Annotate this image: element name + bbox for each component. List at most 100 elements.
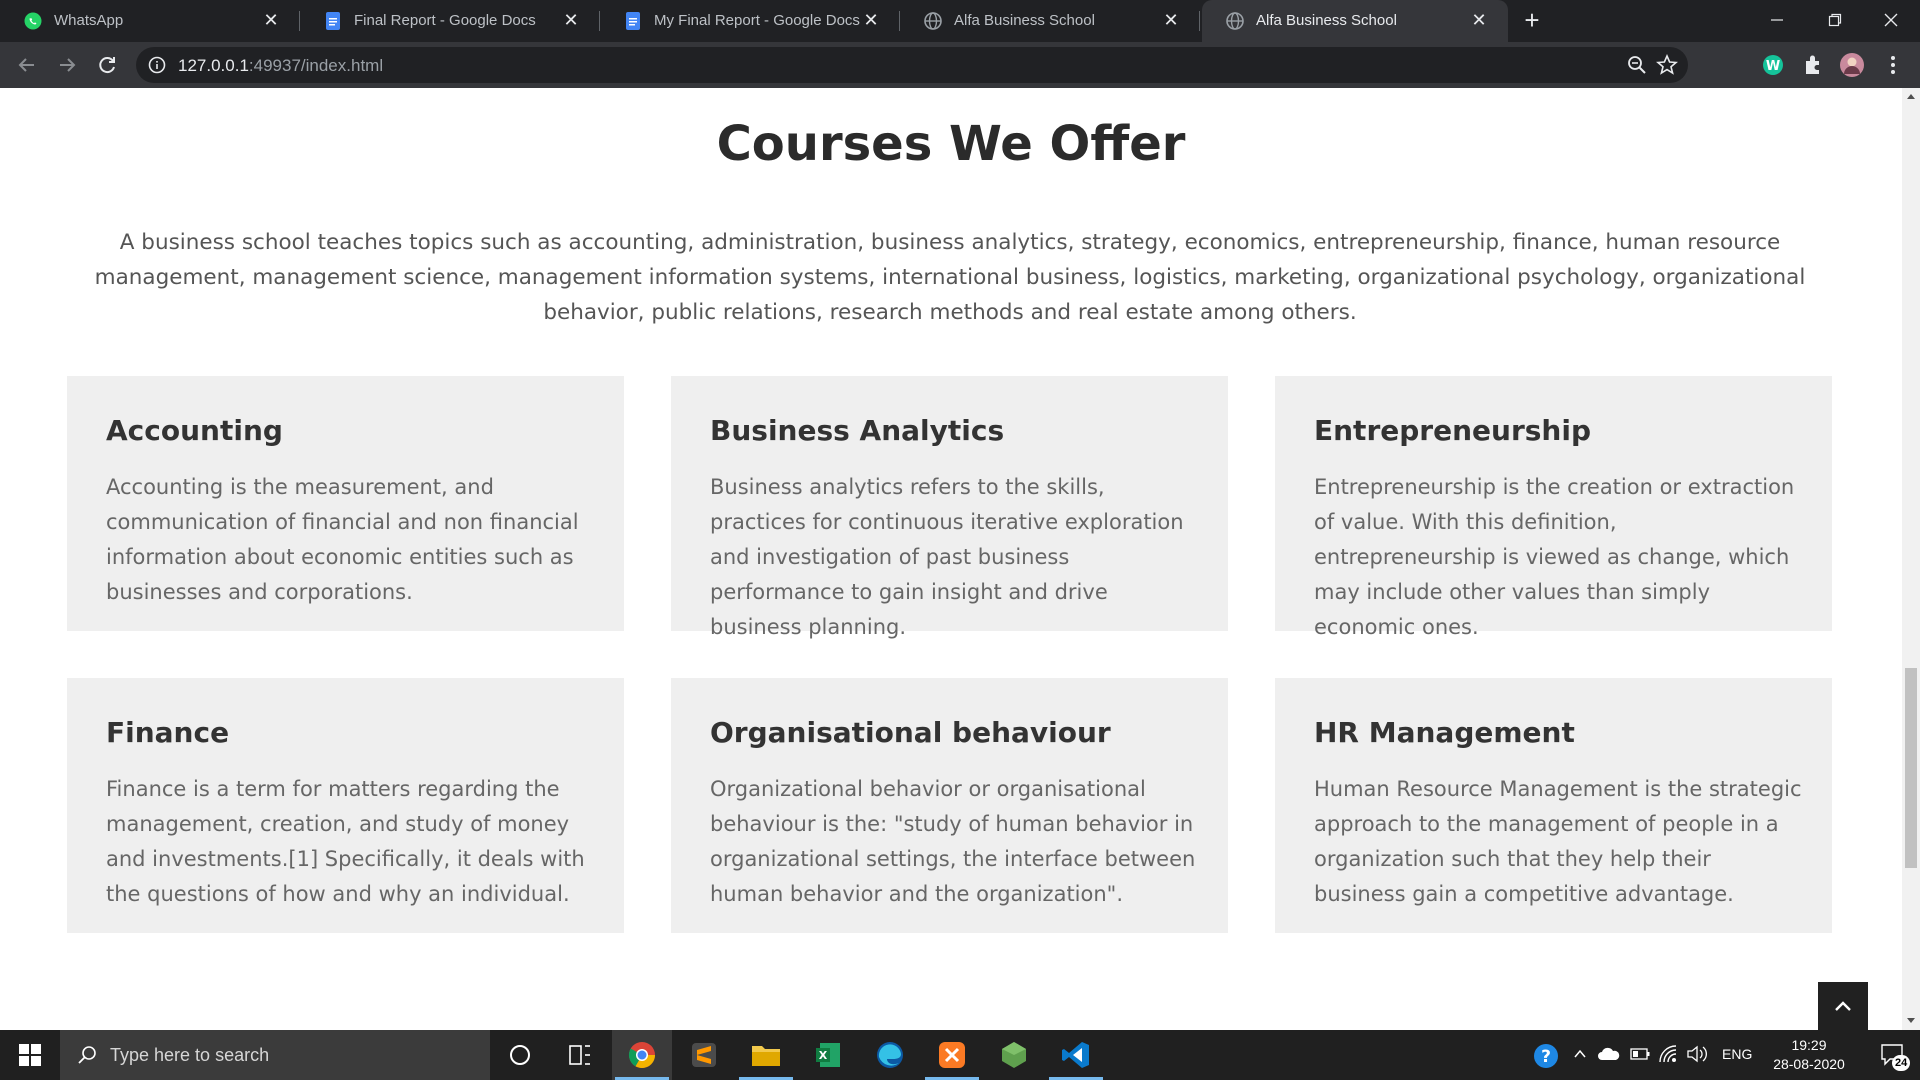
google-docs-icon: [626, 12, 640, 30]
scroll-down-arrow-icon[interactable]: [1907, 1018, 1915, 1023]
minimize-icon: [1771, 19, 1783, 21]
course-title: Accounting: [106, 414, 283, 447]
help-icon[interactable]: ?: [1532, 1042, 1560, 1070]
notification-center-button[interactable]: 24: [1868, 1030, 1920, 1080]
reload-icon[interactable]: [92, 50, 122, 80]
profile-avatar-icon[interactable]: [1839, 52, 1865, 78]
url-host: 127.0.0.1: [178, 56, 249, 75]
clock-time: 19:29: [1791, 1037, 1827, 1053]
url-path: :49937/index.html: [248, 56, 384, 75]
taskbar-file-explorer[interactable]: [736, 1030, 796, 1080]
svg-text:X: X: [819, 1049, 828, 1062]
chevron-up-icon: [1835, 1001, 1851, 1011]
chrome-icon: [628, 1042, 656, 1069]
course-card-accounting: Accounting Accounting is the measurement…: [67, 376, 624, 631]
browser-tab-strip: WhatsApp ✕ Final Report - Google Docs ✕ …: [0, 0, 1920, 42]
xampp-icon: [939, 1042, 965, 1068]
tab-final-report[interactable]: Final Report - Google Docs ✕: [300, 0, 600, 42]
hexagon-icon: [1002, 1042, 1026, 1068]
vscode-icon: [1062, 1042, 1089, 1068]
course-card-entrepreneurship: Entrepreneurship Entrepreneurship is the…: [1275, 376, 1832, 639]
bookmark-star-icon[interactable]: [1654, 52, 1680, 78]
close-tab-icon[interactable]: ✕: [1468, 9, 1490, 31]
search-icon: [78, 1046, 96, 1064]
course-description: Accounting is the measurement, and commu…: [106, 475, 579, 604]
course-title: Finance: [106, 716, 230, 749]
extensions-puzzle-icon[interactable]: [1800, 52, 1826, 78]
zoom-icon[interactable]: [1624, 52, 1650, 78]
course-description: Entrepreneurship is the creation or extr…: [1314, 475, 1795, 639]
taskbar-chrome[interactable]: [612, 1030, 672, 1080]
scroll-up-arrow-icon[interactable]: [1907, 94, 1915, 99]
close-tab-icon[interactable]: ✕: [860, 9, 882, 31]
course-description: Business analytics refers to the skills,…: [710, 475, 1184, 639]
course-description: Finance is a term for matters regarding …: [106, 777, 585, 906]
wifi-icon[interactable]: [1658, 1044, 1678, 1064]
start-button[interactable]: [0, 1030, 60, 1080]
tab-title: My Final Report - Google Docs: [654, 12, 860, 29]
tab-alfa-business-school-active[interactable]: Alfa Business School ✕: [1202, 0, 1508, 42]
taskbar-excel[interactable]: X: [798, 1030, 858, 1080]
close-tab-icon[interactable]: ✕: [1160, 9, 1182, 31]
tab-my-final-report[interactable]: My Final Report - Google Docs ✕: [600, 0, 900, 42]
notification-count: 24: [1892, 1055, 1911, 1071]
scrollbar-thumb[interactable]: [1905, 668, 1917, 868]
onedrive-cloud-icon[interactable]: [1597, 1045, 1621, 1063]
search-placeholder: Type here to search: [110, 1045, 270, 1065]
google-docs-icon: [326, 12, 340, 30]
taskbar-edge[interactable]: [860, 1030, 920, 1080]
tab-whatsapp[interactable]: WhatsApp ✕: [0, 0, 300, 42]
edge-icon: [877, 1042, 903, 1068]
clock[interactable]: 19:29 28-08-2020: [1754, 1036, 1864, 1074]
menu-kebab-icon[interactable]: [1880, 52, 1906, 78]
tab-title: Alfa Business School: [1256, 12, 1397, 29]
sublime-text-icon: [692, 1043, 716, 1067]
back-to-top-button[interactable]: [1818, 982, 1868, 1030]
close-tab-icon[interactable]: ✕: [260, 9, 282, 31]
task-view-icon: [569, 1045, 590, 1065]
grammarly-extension-icon[interactable]: W: [1760, 52, 1786, 78]
folder-icon: [752, 1046, 780, 1066]
chevron-up-tray-icon[interactable]: [1572, 1046, 1588, 1062]
section-title: Courses We Offer: [716, 116, 1186, 172]
tab-title: Alfa Business School: [954, 12, 1095, 29]
globe-icon: [1226, 12, 1244, 30]
forward-arrow-icon[interactable]: [52, 50, 82, 80]
browser-toolbar: 127.0.0.1:49937/index.html W: [0, 42, 1920, 88]
windows-logo-icon: [19, 1044, 41, 1066]
windows-taskbar: Type here to search X ? ENG 19:29 28-08-…: [0, 1030, 1920, 1080]
close-window-button[interactable]: [1862, 0, 1920, 40]
svg-text:W: W: [1766, 59, 1780, 74]
taskbar-xampp[interactable]: [922, 1030, 982, 1080]
course-card-organisational-behaviour: Organisational behaviour Organizational …: [671, 678, 1228, 933]
address-bar[interactable]: 127.0.0.1:49937/index.html: [136, 47, 1688, 83]
taskbar-sublime-text[interactable]: [674, 1030, 734, 1080]
course-card-business-analytics: Business Analytics Business analytics re…: [671, 376, 1228, 639]
close-tab-icon[interactable]: ✕: [560, 9, 582, 31]
course-description: Human Resource Management is the strateg…: [1314, 777, 1802, 906]
battery-icon[interactable]: [1630, 1047, 1650, 1061]
whatsapp-icon: [24, 12, 42, 30]
taskbar-search-box[interactable]: Type here to search: [60, 1030, 490, 1080]
taskbar-cortana[interactable]: [490, 1030, 550, 1080]
taskbar-task-view[interactable]: [550, 1030, 610, 1080]
volume-icon[interactable]: [1686, 1044, 1710, 1064]
back-arrow-icon[interactable]: [12, 50, 42, 80]
info-icon[interactable]: [148, 56, 166, 74]
course-card-finance: Finance Finance is a term for matters re…: [67, 678, 624, 933]
course-title: HR Management: [1314, 716, 1575, 749]
excel-icon: X: [816, 1043, 840, 1067]
course-title: Organisational behaviour: [710, 716, 1111, 749]
page-scrollbar[interactable]: [1902, 88, 1920, 1030]
tab-alfa-business-school[interactable]: Alfa Business School ✕: [900, 0, 1200, 42]
intro-paragraph: A business school teaches topics such as…: [94, 230, 1806, 325]
course-title: Entrepreneurship: [1314, 414, 1591, 447]
taskbar-nodejs[interactable]: [984, 1030, 1044, 1080]
minimize-button[interactable]: [1748, 0, 1806, 40]
language-indicator[interactable]: ENG: [1722, 1046, 1752, 1062]
new-tab-button[interactable]: +: [1518, 7, 1546, 35]
cortana-circle-icon: [510, 1045, 530, 1065]
restore-icon: [1828, 13, 1842, 27]
restore-button[interactable]: [1806, 0, 1864, 40]
taskbar-vscode[interactable]: [1046, 1030, 1106, 1080]
